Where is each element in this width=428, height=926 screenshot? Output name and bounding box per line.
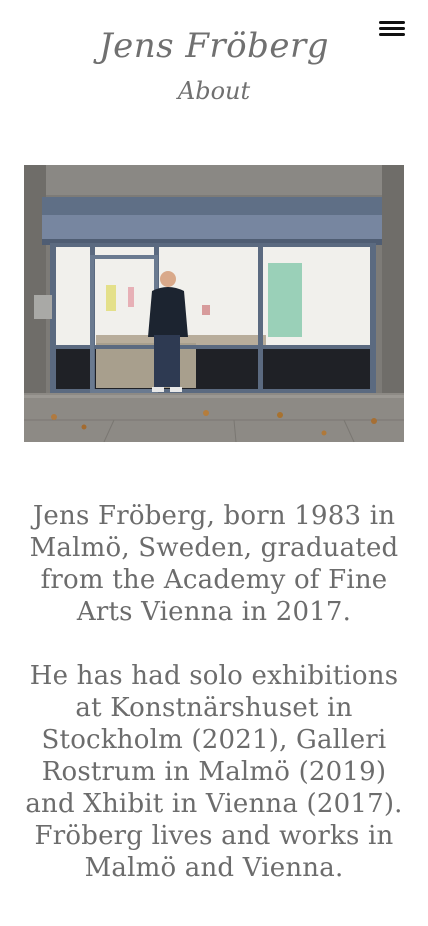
bio-text: Jens Fröberg, born 1983 in Malmö, Sweden… [24,500,404,916]
page-title: About [177,77,251,105]
bio-paragraph: He has had solo exhibitions at Konstnärs… [25,661,403,883]
site-title-link[interactable]: Jens Fröberg [0,24,428,68]
bio-paragraph: Jens Fröberg, born 1983 in Malmö, Sweden… [29,501,399,627]
artist-photo [24,165,404,442]
